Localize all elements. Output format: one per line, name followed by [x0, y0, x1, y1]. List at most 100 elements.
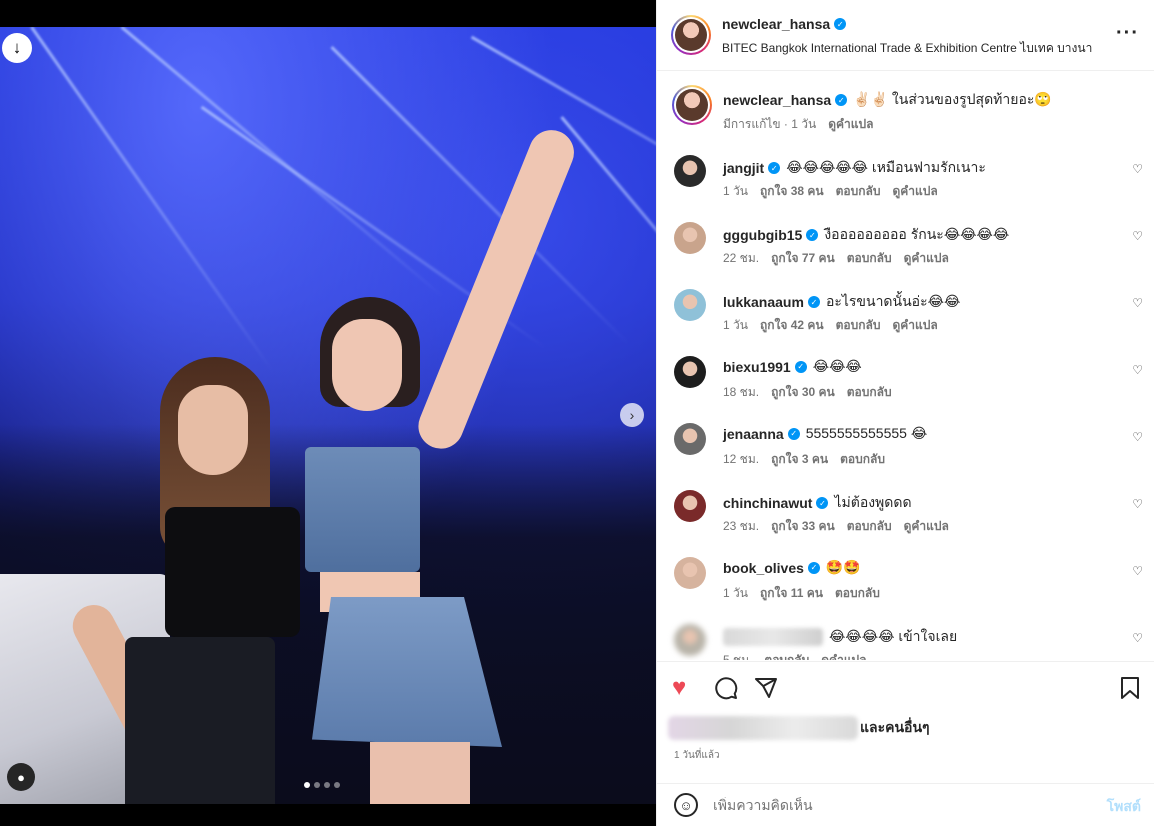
avatar[interactable] [674, 222, 706, 254]
comment-line: gggubgib15 ✓ งือออออออออ รักนะ😂😂😂😂 [723, 224, 1009, 246]
heart-icon[interactable]: ♡ [1132, 497, 1143, 511]
comment-time: 1 วัน [723, 318, 748, 332]
comment-input[interactable] [713, 797, 1073, 813]
verified-icon: ✓ [787, 427, 800, 440]
carousel-dot [314, 782, 320, 788]
carousel-dots [304, 782, 340, 788]
photo-panel: ↓ › ● [0, 0, 656, 826]
emoji-icon[interactable]: ☺ [674, 793, 698, 817]
avatar[interactable] [671, 15, 711, 55]
heart-icon[interactable]: ♡ [1132, 296, 1143, 310]
reply-button[interactable]: ตอบกลับ [764, 651, 809, 660]
translate-link[interactable]: ดูคำแปล [904, 249, 949, 268]
comment-likes[interactable]: ถูกใจ 11 คน [760, 584, 823, 603]
reply-button[interactable]: ตอบกลับ [840, 450, 885, 469]
blurred-username[interactable] [723, 628, 823, 646]
reply-button[interactable]: ตอบกลับ [836, 182, 881, 201]
heart-icon[interactable]: ♡ [1132, 564, 1143, 578]
comment-username[interactable]: jenaanna [723, 426, 784, 442]
avatar[interactable] [674, 490, 706, 522]
comment-time: 1 วัน [723, 586, 748, 600]
comment-line: lukkanaaum ✓ อะไรขนาดนั้นอ่ะ😂😂 [723, 291, 960, 313]
author-username[interactable]: newclear_hansa [722, 16, 830, 32]
comment-likes[interactable]: ถูกใจ 42 คน [760, 316, 824, 335]
comment-text: งือออออออออ รักนะ😂😂😂😂 [824, 226, 1010, 242]
carousel-dot [304, 782, 310, 788]
avatar[interactable] [674, 624, 706, 656]
translate-link[interactable]: ดูคำแปล [892, 182, 937, 201]
comment-row: biexu1991 ✓ 😂😂😂 18 ชม. ถูกใจ 30 คน ตอบกลับ ♡ [657, 353, 1154, 420]
reply-button[interactable]: ตอบกลับ [836, 316, 881, 335]
verified-icon: ✓ [816, 497, 829, 509]
comment-row: jangjit ✓ 😂😂😂😂😂 เหมือนฟามรักเนาะ 1 วัน ถูกใจ… [657, 152, 1154, 219]
comment-text: ไม่ต้องพูดดด [834, 494, 912, 510]
comment-username[interactable]: biexu1991 [723, 359, 791, 375]
comment-likes[interactable]: ถูกใจ 77 คน [771, 249, 835, 268]
comment-row: gggubgib15 ✓ งือออออออออ รักนะ😂😂😂😂 22 ชม. ถู… [657, 219, 1154, 286]
comment-icon[interactable] [714, 676, 738, 705]
comment-row: book_olives ✓ 🤩🤩 1 วัน ถูกใจ 11 คน ตอบกลับ ♡ [657, 554, 1154, 621]
bookmark-icon[interactable] [1119, 676, 1141, 705]
avatar[interactable] [674, 289, 706, 321]
location-link[interactable]: BITEC Bangkok International Trade & Exhi… [722, 39, 1092, 58]
reply-button[interactable]: ตอบกลับ [847, 249, 892, 268]
heart-icon[interactable]: ♡ [1132, 363, 1143, 377]
comment-time: 5 ชม. [723, 653, 753, 660]
translate-link[interactable]: ดูคำแปล [904, 517, 949, 536]
user-icon[interactable]: ● [7, 763, 35, 791]
comment-time: 23 ชม. [723, 519, 760, 533]
likes-summary[interactable]: และคนอื่นๆ [668, 716, 930, 740]
comment-text: 😂😂😂😂😂 เหมือนฟามรักเนาะ [786, 159, 986, 175]
avatar[interactable] [672, 85, 712, 125]
comment-likes[interactable]: ถูกใจ 38 คน [760, 182, 824, 201]
post-header: newclear_hansa ✓ BITEC Bangkok Internati… [657, 0, 1154, 71]
comment-username[interactable]: lukkanaaum [723, 294, 804, 310]
comment-line: chinchinawut ✓ ไม่ต้องพูดดด [723, 492, 912, 514]
comment-text: 😂😂😂 [812, 358, 862, 374]
comment-meta: 1 วัน ถูกใจ 42 คน ตอบกลับ ดูคำแปล [723, 316, 938, 335]
heart-icon[interactable]: ♡ [1132, 430, 1143, 444]
reply-button[interactable]: ตอบกลับ [835, 584, 880, 603]
comment-composer: ☺ โพสต์ [657, 783, 1154, 826]
translate-link[interactable]: ดูคำแปล [828, 115, 873, 134]
comments-list[interactable]: newclear_hansa ✓ ✌🏻✌🏻 ในส่วนของรูปสุดท้า… [657, 72, 1154, 660]
caption-text: ✌🏻✌🏻 ในส่วนของรูปสุดท้ายอะ🙄 [853, 91, 1052, 107]
heart-icon[interactable]: ♡ [1132, 631, 1143, 645]
translate-link[interactable]: ดูคำแปล [821, 651, 866, 660]
post-side-panel: newclear_hansa ✓ BITEC Bangkok Internati… [656, 0, 1154, 826]
comment-line: 😂😂😂😂 เข้าใจเลย [723, 626, 957, 648]
caption-username[interactable]: newclear_hansa [723, 92, 831, 108]
comment-time: 12 ชม. [723, 452, 760, 466]
comment-likes[interactable]: ถูกใจ 3 คน [771, 450, 828, 469]
download-icon[interactable]: ↓ [2, 33, 32, 63]
heart-icon[interactable]: ♡ [1132, 229, 1143, 243]
send-icon[interactable] [754, 676, 778, 705]
comment-line: book_olives ✓ 🤩🤩 [723, 559, 861, 576]
comment-meta: 23 ชม. ถูกใจ 33 คน ตอบกลับ ดูคำแปล [723, 517, 949, 536]
comment-username[interactable]: jangjit [723, 160, 764, 176]
verified-icon: ✓ [794, 360, 807, 373]
comment-likes[interactable]: ถูกใจ 30 คน [771, 383, 835, 402]
heart-filled-icon[interactable]: ♥ [672, 676, 686, 700]
comment-row: chinchinawut ✓ ไม่ต้องพูดดด 23 ชม. ถูกใจ 33 … [657, 487, 1154, 554]
avatar[interactable] [674, 356, 706, 388]
post-comment-button[interactable]: โพสต์ [1107, 796, 1141, 818]
avatar[interactable] [674, 155, 706, 187]
reply-button[interactable]: ตอบกลับ [847, 517, 892, 536]
chevron-right-icon[interactable]: › [620, 403, 644, 427]
comment-meta: 5 ชม. ตอบกลับ ดูคำแปล [723, 651, 867, 660]
reply-button[interactable]: ตอบกลับ [847, 383, 892, 402]
translate-link[interactable]: ดูคำแปล [892, 316, 937, 335]
comment-username[interactable]: gggubgib15 [723, 227, 802, 243]
comment-text: 🤩🤩 [825, 559, 861, 575]
heart-icon[interactable]: ♡ [1132, 162, 1143, 176]
action-bar: ♥ [657, 661, 1154, 713]
verified-icon: ✓ [835, 94, 848, 106]
more-horizontal-icon[interactable]: ··· [1116, 22, 1139, 45]
post-photo[interactable] [0, 27, 656, 804]
comment-username[interactable]: chinchinawut [723, 495, 812, 511]
comment-likes[interactable]: ถูกใจ 33 คน [771, 517, 835, 536]
comment-username[interactable]: book_olives [723, 560, 804, 576]
avatar[interactable] [674, 423, 706, 455]
avatar[interactable] [674, 557, 706, 589]
